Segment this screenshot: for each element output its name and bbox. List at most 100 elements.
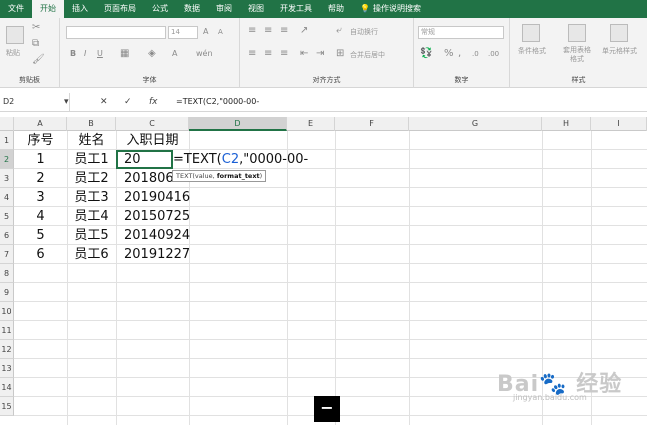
cell-a1[interactable]: 序号 (14, 131, 67, 150)
accounting-icon[interactable]: 💱 (420, 49, 432, 59)
menu-insert[interactable]: 插入 (64, 0, 96, 18)
cell-b3[interactable]: 员工2 (67, 169, 116, 188)
row-header-11[interactable]: 11 (0, 321, 14, 340)
menu-home[interactable]: 开始 (32, 0, 64, 18)
cell-a4[interactable]: 3 (14, 188, 67, 207)
menu-page-layout[interactable]: 页面布局 (96, 0, 144, 18)
cell-c7[interactable]: 20191227 (124, 245, 190, 264)
merge-center-label[interactable]: 合并后居中 (350, 50, 385, 60)
insert-function-icon[interactable]: fx (149, 92, 158, 112)
increase-decimal-icon[interactable]: .0 (472, 49, 479, 59)
conditional-format-label[interactable]: 条件格式 (518, 46, 546, 56)
align-top-icon[interactable]: ≡ (248, 26, 256, 36)
row-header-14[interactable]: 14 (0, 378, 14, 397)
column-header-e[interactable]: E (287, 117, 335, 131)
shrink-font-icon[interactable]: A (218, 27, 223, 37)
decrease-indent-icon[interactable]: ⇤ (300, 49, 308, 59)
border-icon[interactable]: ▦ (120, 49, 129, 59)
cell-c1[interactable]: 入职日期 (116, 131, 189, 150)
row-header-15[interactable]: 15 (0, 397, 14, 416)
font-size-select[interactable]: 14 (168, 26, 198, 39)
cell-c5[interactable]: 20150725 (124, 207, 190, 226)
menu-developer[interactable]: 开发工具 (272, 0, 320, 18)
column-header-a[interactable]: A (14, 117, 67, 131)
cell-b7[interactable]: 员工6 (67, 245, 116, 264)
column-header-f[interactable]: F (335, 117, 409, 131)
font-color-icon[interactable]: A (172, 49, 177, 59)
align-right-icon[interactable]: ≡ (280, 49, 288, 59)
bold-icon[interactable]: B (70, 49, 76, 59)
grow-font-icon[interactable]: A (203, 27, 208, 37)
row-header-8[interactable]: 8 (0, 264, 14, 283)
menu-view[interactable]: 视图 (240, 0, 272, 18)
format-table-icon[interactable] (568, 24, 586, 42)
format-painter-icon[interactable]: 🖌 (32, 55, 45, 65)
cancel-icon[interactable]: ✕ (100, 92, 108, 112)
cell-a2[interactable]: 1 (14, 150, 67, 169)
cell-b2[interactable]: 员工1 (67, 150, 116, 169)
cut-icon[interactable]: ✂ (32, 23, 40, 33)
cell-b6[interactable]: 员工5 (67, 226, 116, 245)
formula-input[interactable]: =TEXT(C2,"0000-00- (176, 92, 259, 112)
font-name-select[interactable] (66, 26, 166, 39)
select-all-corner[interactable] (0, 117, 14, 131)
column-header-h[interactable]: H (542, 117, 591, 131)
align-center-icon[interactable]: ≡ (264, 49, 272, 59)
cell-c4[interactable]: 20190416 (124, 188, 190, 207)
comma-icon[interactable]: , (458, 49, 461, 59)
orientation-icon[interactable]: ↗ (300, 26, 308, 36)
wrap-text-icon[interactable]: ⤶ (336, 26, 342, 36)
percent-icon[interactable]: % (444, 49, 454, 59)
column-header-b[interactable]: B (67, 117, 116, 131)
column-header-i[interactable]: I (591, 117, 647, 131)
menu-review[interactable]: 审阅 (208, 0, 240, 18)
align-middle-icon[interactable]: ≡ (264, 26, 272, 36)
underline-icon[interactable]: U (97, 49, 103, 59)
menu-formulas[interactable]: 公式 (144, 0, 176, 18)
cell-a5[interactable]: 4 (14, 207, 67, 226)
cell-b1[interactable]: 姓名 (67, 131, 116, 150)
copy-icon[interactable]: ⧉ (32, 39, 39, 49)
enter-icon[interactable]: ✓ (124, 92, 132, 112)
cell-a7[interactable]: 6 (14, 245, 67, 264)
phonetic-icon[interactable]: wén (196, 49, 213, 59)
row-header-3[interactable]: 3 (0, 169, 14, 188)
wrap-text-label[interactable]: 自动换行 (350, 27, 378, 37)
menu-file[interactable]: 文件 (0, 0, 32, 18)
row-header-1[interactable]: 1 (0, 131, 14, 150)
align-bottom-icon[interactable]: ≡ (280, 26, 288, 36)
name-box[interactable]: D2 (0, 93, 70, 111)
menu-tell-me[interactable]: 💡 操作说明搜索 (352, 0, 429, 18)
row-header-7[interactable]: 7 (0, 245, 14, 264)
menu-help[interactable]: 帮助 (320, 0, 352, 18)
fill-color-icon[interactable]: ◈ (148, 49, 156, 59)
row-header-4[interactable]: 4 (0, 188, 14, 207)
cell-b5[interactable]: 员工4 (67, 207, 116, 226)
row-header-5[interactable]: 5 (0, 207, 14, 226)
italic-icon[interactable]: I (84, 49, 86, 59)
row-header-10[interactable]: 10 (0, 302, 14, 321)
cell-styles-icon[interactable] (610, 24, 628, 42)
menu-data[interactable]: 数据 (176, 0, 208, 18)
merge-center-icon[interactable]: ⊞ (336, 49, 344, 59)
cell-c6[interactable]: 20140924 (124, 226, 190, 245)
cell-d2-editor[interactable]: =TEXT(C2,"0000-00- (173, 150, 308, 169)
row-header-12[interactable]: 12 (0, 340, 14, 359)
cell-b4[interactable]: 员工3 (67, 188, 116, 207)
row-header-2[interactable]: 2 (0, 150, 14, 169)
format-table-label[interactable]: 套用表格格式 (560, 46, 594, 64)
column-header-g[interactable]: G (409, 117, 542, 131)
column-header-c[interactable]: C (116, 117, 189, 131)
decrease-decimal-icon[interactable]: .00 (488, 49, 499, 59)
align-left-icon[interactable]: ≡ (248, 49, 256, 59)
row-header-9[interactable]: 9 (0, 283, 14, 302)
cell-a6[interactable]: 5 (14, 226, 67, 245)
cell-styles-label[interactable]: 单元格样式 (602, 46, 637, 56)
paste-icon[interactable] (6, 26, 24, 44)
cell-a3[interactable]: 2 (14, 169, 67, 188)
conditional-format-icon[interactable] (522, 24, 540, 42)
name-box-dropdown-icon[interactable]: ▾ (64, 92, 69, 112)
column-header-d[interactable]: D (189, 117, 287, 131)
minus-button[interactable]: − (314, 396, 340, 422)
increase-indent-icon[interactable]: ⇥ (316, 49, 324, 59)
